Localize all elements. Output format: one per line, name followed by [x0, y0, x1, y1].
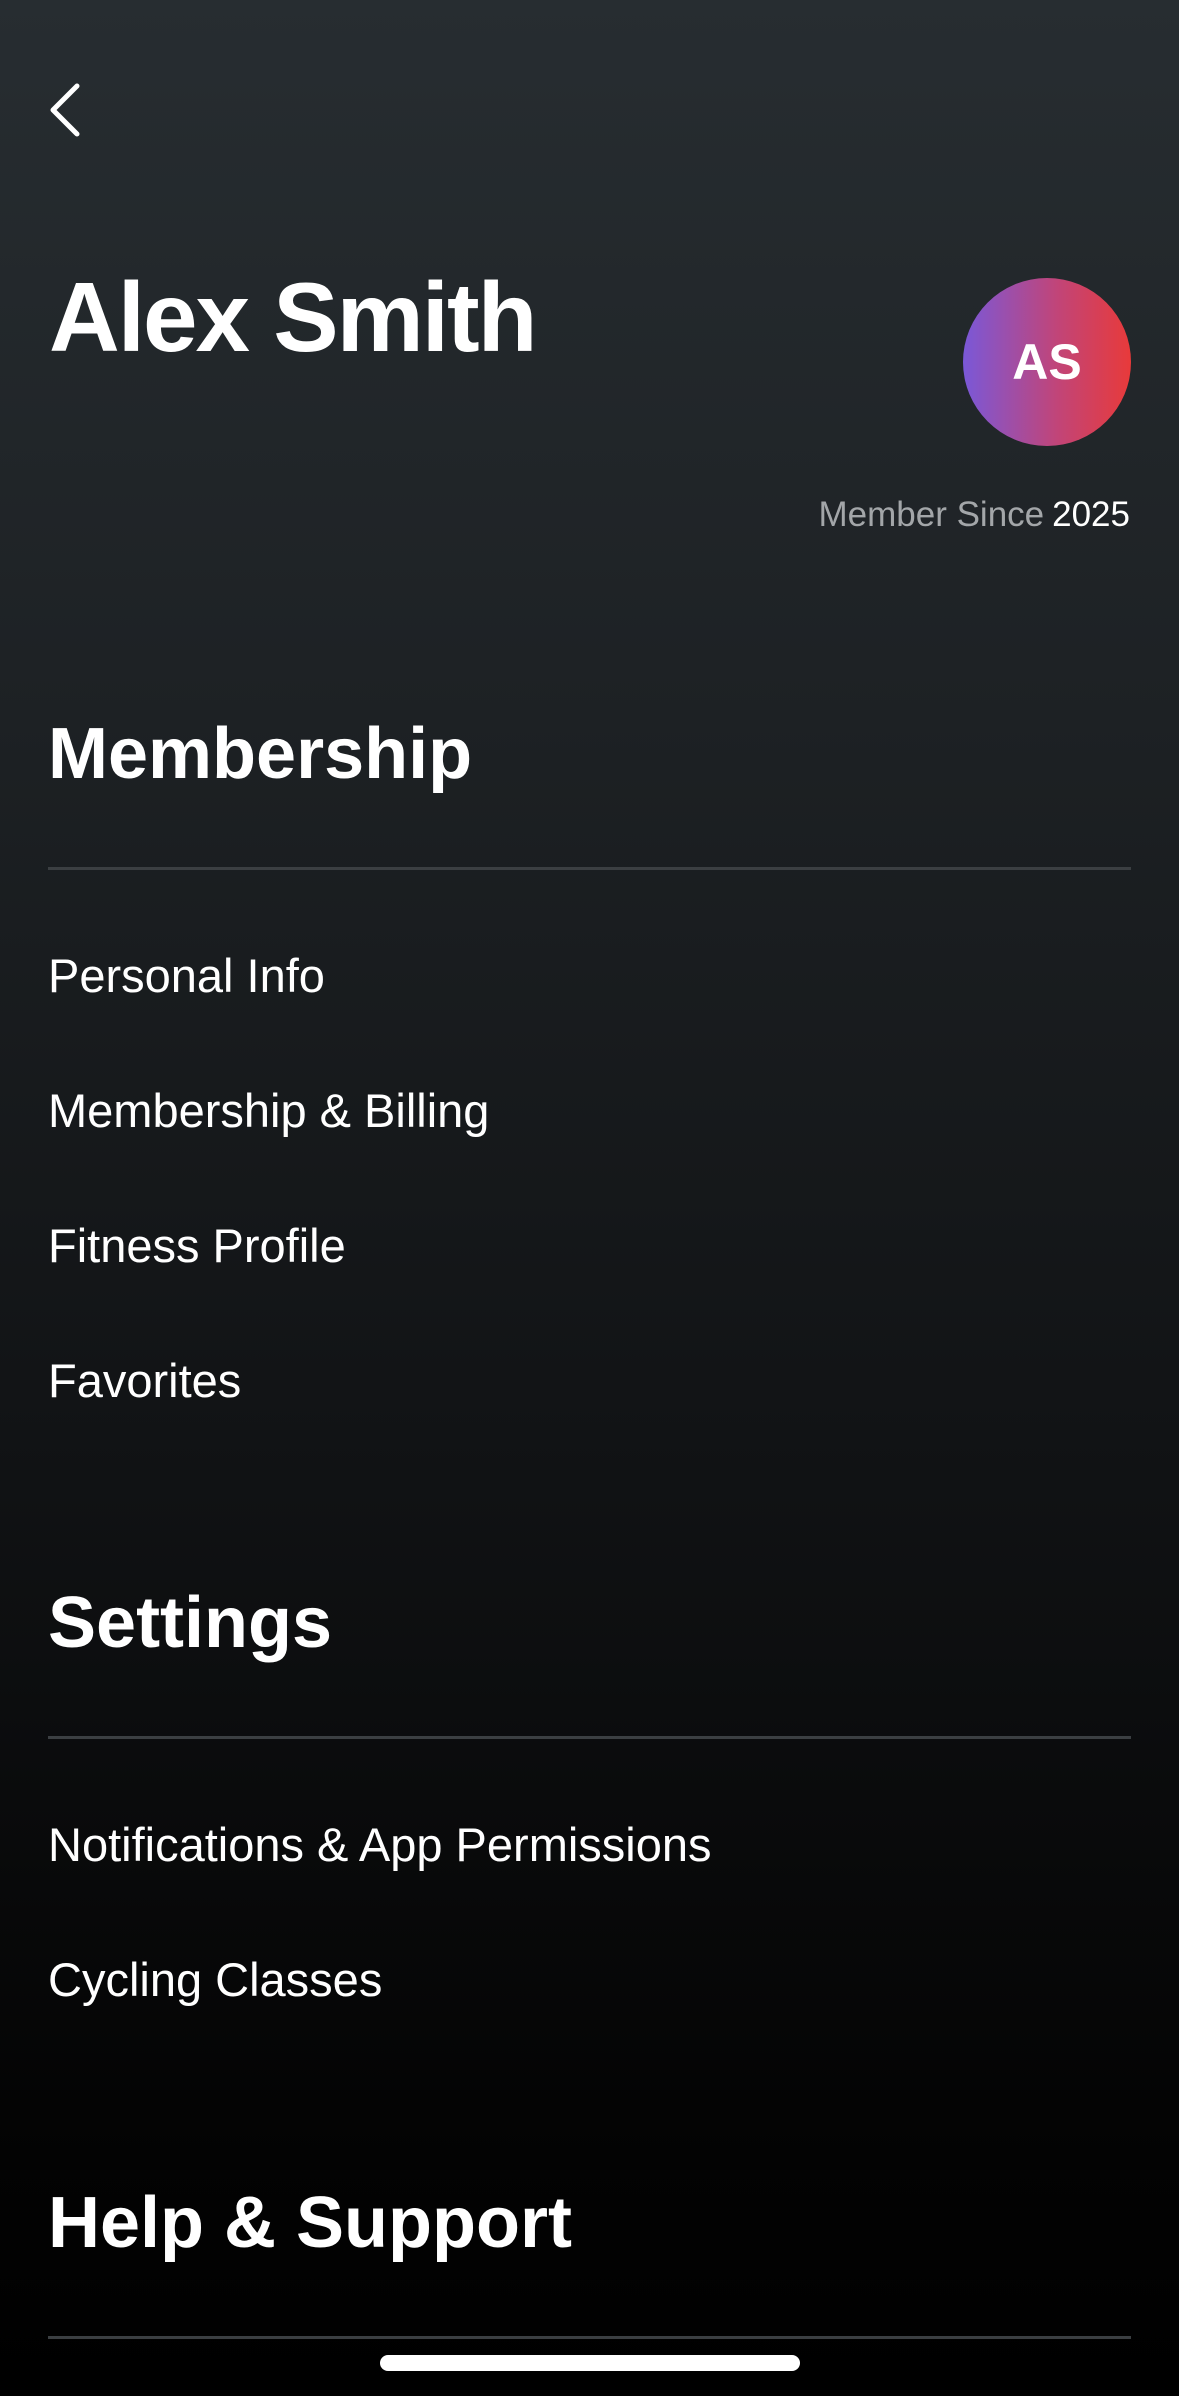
divider — [48, 867, 1131, 870]
profile-name: Alex Smith — [49, 262, 537, 372]
divider — [48, 2336, 1131, 2339]
menu-item-notifications-permissions[interactable]: Notifications & App Permissions — [48, 1821, 712, 1868]
section-title-settings: Settings — [48, 1583, 333, 1663]
divider — [48, 1736, 1131, 1739]
member-since-label: Member Since — [818, 495, 1045, 534]
menu-item-membership-billing[interactable]: Membership & Billing — [48, 1087, 489, 1134]
section-title-membership: Membership — [48, 714, 473, 794]
member-since: Member Since 2025 — [818, 497, 1130, 532]
menu-item-favorites[interactable]: Favorites — [48, 1357, 241, 1404]
section-title-help-support: Help & Support — [48, 2183, 572, 2263]
home-indicator[interactable] — [380, 2355, 800, 2371]
avatar-initials: AS — [1012, 334, 1082, 390]
back-button[interactable] — [30, 70, 100, 150]
menu-item-cycling-classes[interactable]: Cycling Classes — [48, 1956, 382, 2003]
menu-item-personal-info[interactable]: Personal Info — [48, 952, 325, 999]
chevron-left-icon — [50, 83, 80, 137]
member-since-year: 2025 — [1052, 495, 1130, 534]
avatar[interactable]: AS — [963, 278, 1131, 446]
menu-item-fitness-profile[interactable]: Fitness Profile — [48, 1222, 346, 1269]
